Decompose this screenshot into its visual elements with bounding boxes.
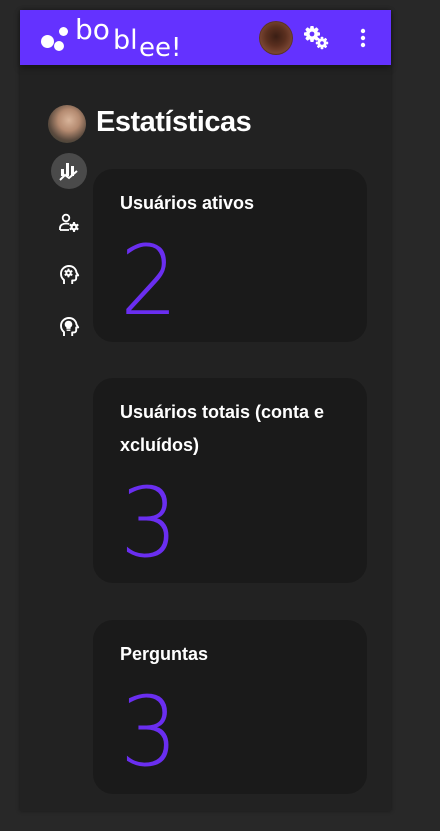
- stat-card-value: 3: [120, 676, 179, 788]
- stat-card-questions: Perguntas 3: [93, 620, 367, 794]
- user-gear-icon: [59, 213, 79, 232]
- sidebar-item-head-idea[interactable]: [51, 309, 87, 345]
- stat-card-title: Usuários totais (conta e xcluídos): [120, 402, 325, 455]
- sidebar-item-head-settings[interactable]: [51, 257, 87, 293]
- logo-text-bl: bl: [113, 25, 138, 56]
- page-title: Estatísticas: [96, 106, 252, 138]
- user-avatar[interactable]: [259, 21, 293, 55]
- top-app-bar: bo bl ee!: [20, 10, 391, 65]
- stat-card-active-users: Usuários ativos 2: [93, 169, 367, 342]
- sidebar-profile-avatar[interactable]: [48, 105, 86, 143]
- stat-card-title: Usuários ativos: [120, 193, 255, 213]
- logo-dot-small: [59, 27, 68, 36]
- head-gear-icon: [60, 265, 80, 284]
- logo-dot-medium: [54, 41, 64, 51]
- more-vert-icon[interactable]: [357, 27, 369, 49]
- stat-card-total-users: Usuários totais (conta e xcluídos) 3: [93, 378, 367, 583]
- logo-text-bo: bo: [75, 13, 110, 46]
- head-lightbulb-icon: [60, 317, 80, 336]
- app-window: bo bl ee! Estatísticas Usuários ativos 2…: [20, 10, 391, 811]
- stat-card-value: 2: [120, 225, 179, 337]
- stat-card-value: 3: [120, 467, 179, 579]
- logo-dot-large: [41, 35, 54, 48]
- sidebar-item-statistics[interactable]: [51, 153, 87, 189]
- sidebar-item-user-settings[interactable]: [51, 205, 87, 241]
- brand-logo[interactable]: bo bl ee!: [40, 10, 200, 65]
- gears-icon[interactable]: [303, 25, 331, 51]
- logo-text-ee: ee!: [139, 33, 182, 63]
- chart-icon: [59, 163, 78, 181]
- stat-card-title: Perguntas: [120, 644, 209, 664]
